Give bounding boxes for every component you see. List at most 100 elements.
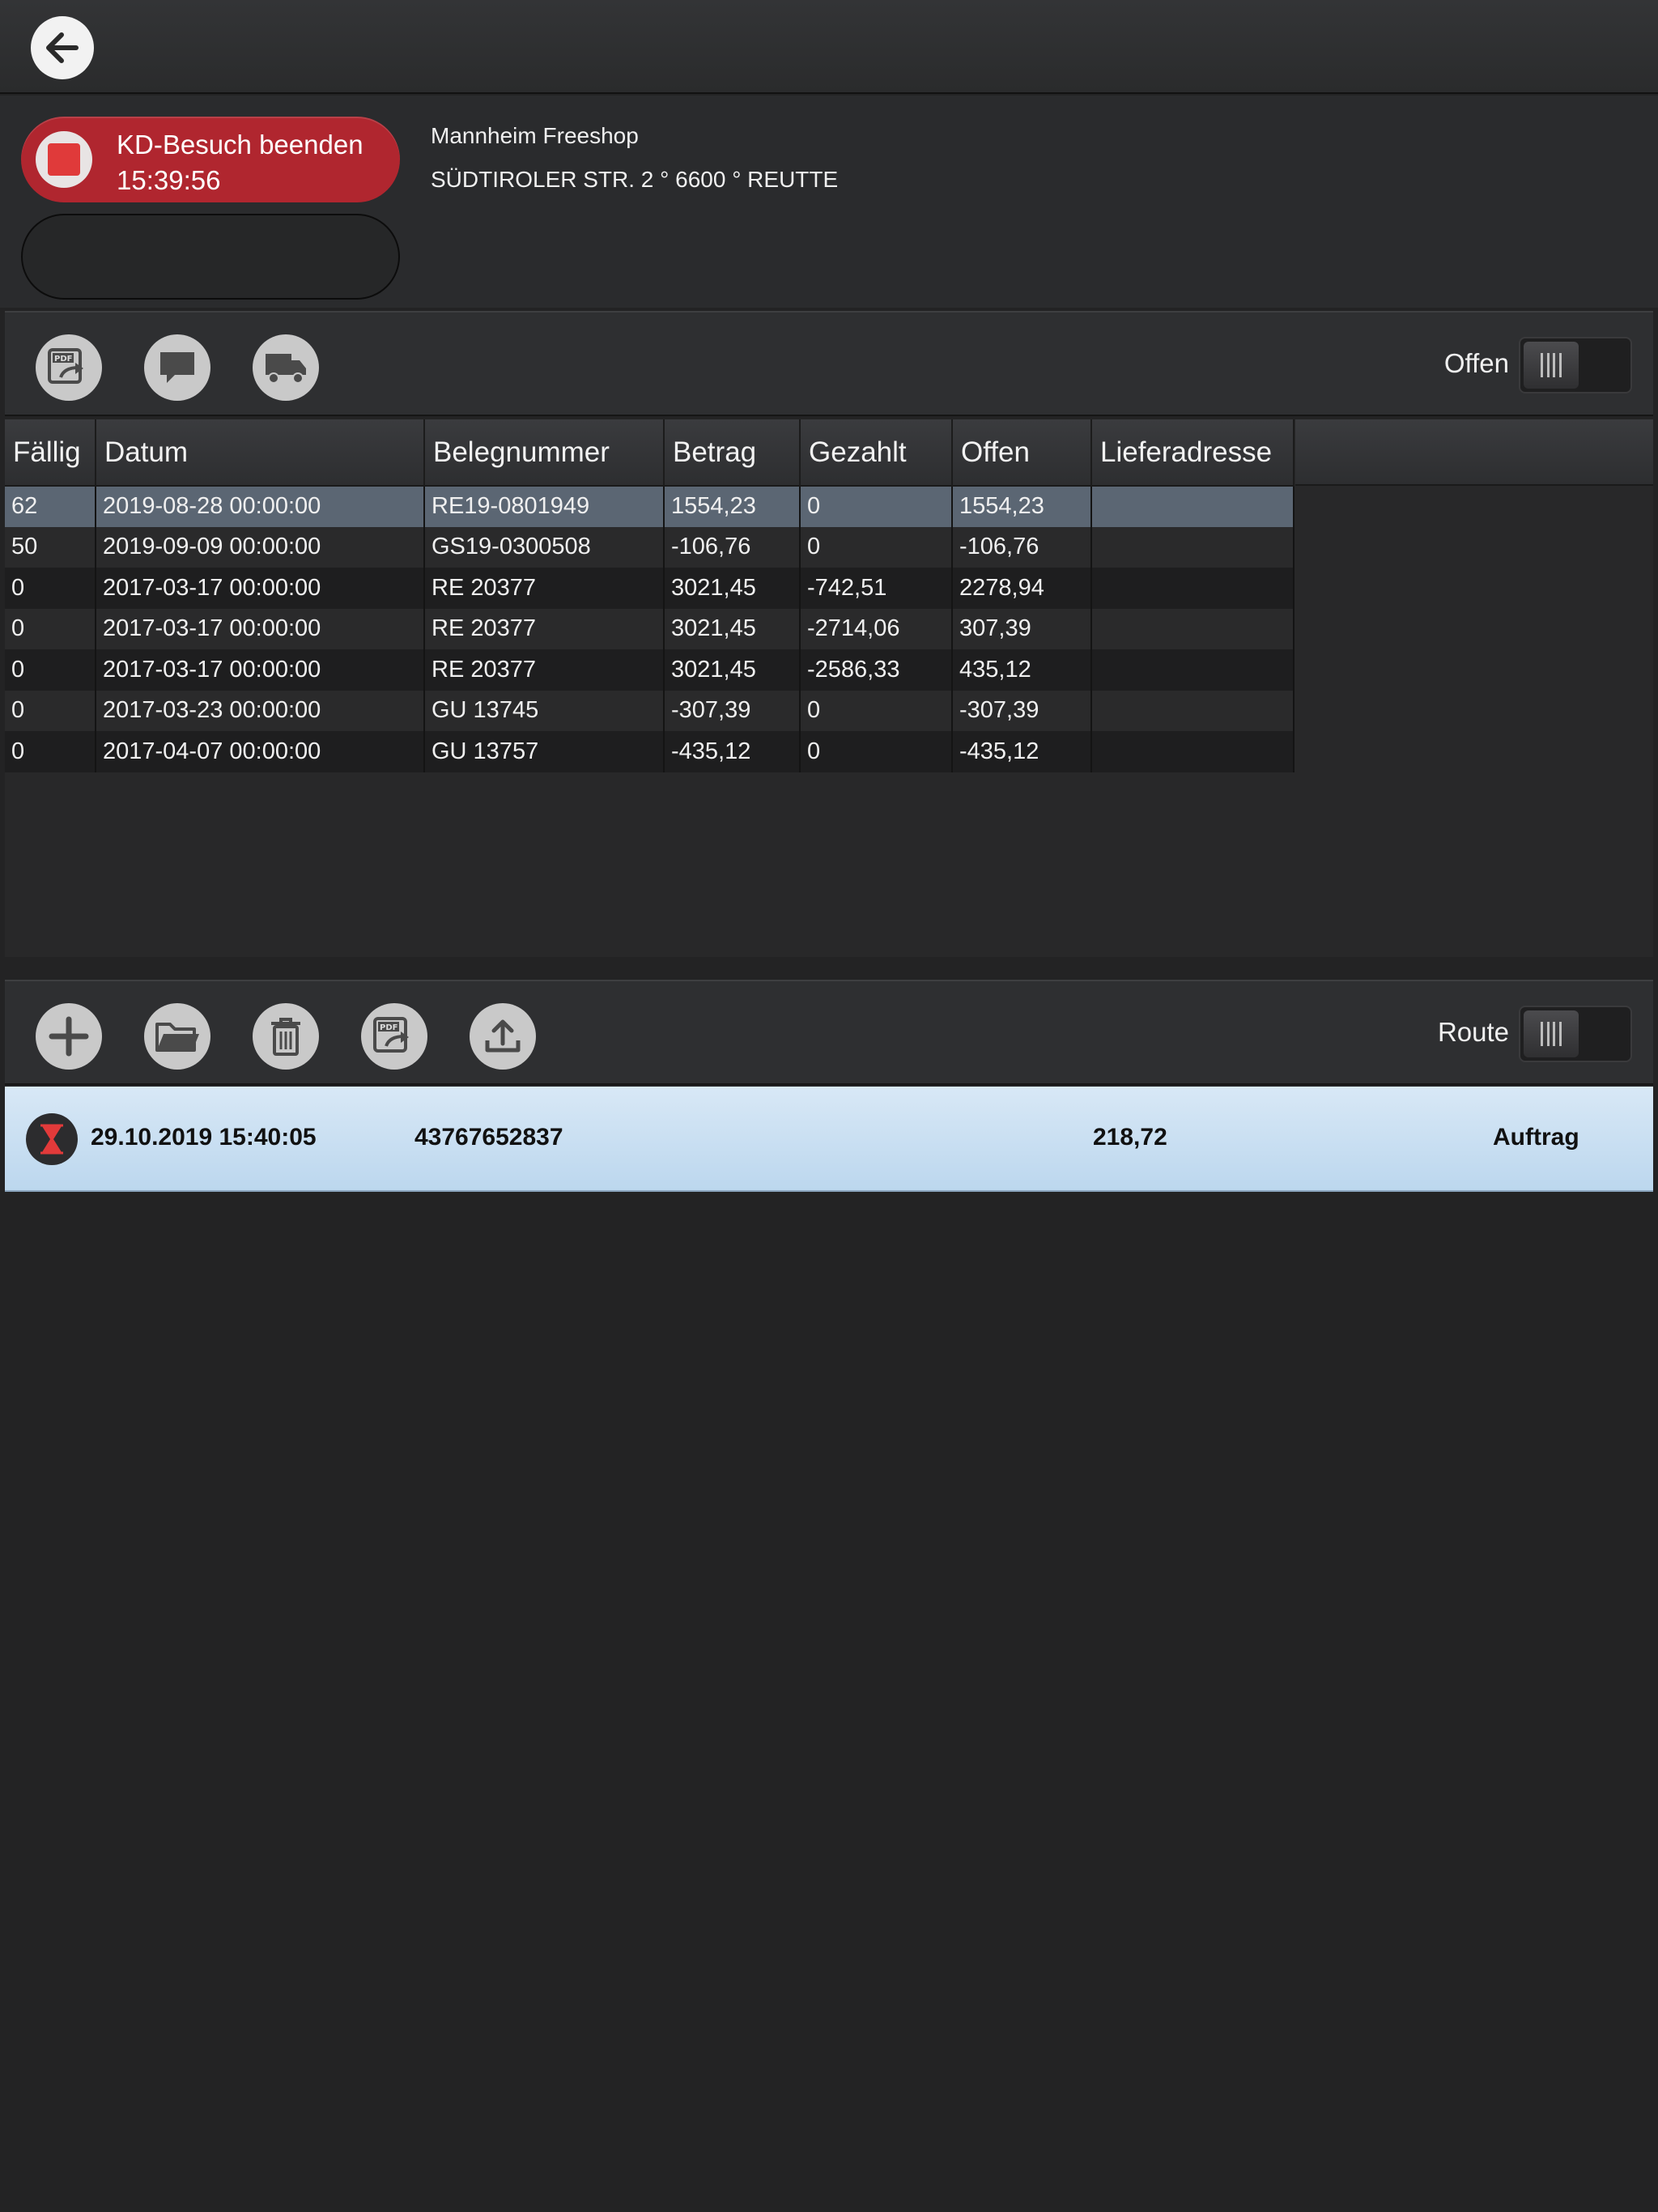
hourglass-icon xyxy=(26,1113,78,1165)
invoice-toolbar: PDF Offen xyxy=(5,311,1653,416)
customer-address: SÜDTIROLER STR. 2 ° 6600 ° REUTTE xyxy=(431,167,839,192)
cell-datum: 2017-03-23 00:00:00 xyxy=(96,690,425,731)
cell-betrag: 3021,45 xyxy=(664,568,801,609)
cell-faellig: 0 xyxy=(5,568,96,609)
table-row[interactable]: 0 2017-03-17 00:00:00 RE 20377 3021,45 -… xyxy=(5,649,1295,691)
cell-faellig: 0 xyxy=(5,690,96,731)
route-filter-label: Route xyxy=(1437,1017,1509,1047)
table-row[interactable]: 0 2017-03-17 00:00:00 RE 20377 3021,45 -… xyxy=(5,568,1295,609)
cell-belegnummer: GU 13757 xyxy=(424,731,665,772)
cell-betrag: 1554,23 xyxy=(664,486,801,527)
comment-button[interactable] xyxy=(144,334,210,401)
cell-gezahlt: 0 xyxy=(800,690,953,731)
cell-faellig: 0 xyxy=(5,731,96,772)
cell-gezahlt: -742,51 xyxy=(800,568,953,609)
pdf-share-icon: PDF xyxy=(373,1017,409,1053)
cell-offen: 307,39 xyxy=(952,608,1092,649)
cell-belegnummer: RE 20377 xyxy=(424,649,665,691)
cell-lieferadresse xyxy=(1091,568,1295,609)
table-row[interactable]: 0 2017-03-23 00:00:00 GU 13745 -307,39 0… xyxy=(5,690,1295,731)
cell-gezahlt: 0 xyxy=(800,486,953,527)
upload-order-button[interactable] xyxy=(470,1003,536,1070)
column-header-lieferadresse[interactable]: Lieferadresse xyxy=(1091,419,1295,487)
cell-belegnummer: GS19-0300508 xyxy=(424,526,665,568)
column-header-faellig[interactable]: Fällig xyxy=(5,419,96,487)
open-order-button[interactable] xyxy=(144,1003,210,1070)
chat-icon xyxy=(160,352,194,383)
cell-belegnummer: RE 20377 xyxy=(424,608,665,649)
cell-datum: 2017-03-17 00:00:00 xyxy=(96,608,425,649)
stop-icon xyxy=(36,131,92,188)
column-header-betrag[interactable]: Betrag xyxy=(664,419,801,487)
cell-offen: -307,39 xyxy=(952,690,1092,731)
trash-icon xyxy=(271,1018,300,1056)
cell-belegnummer: GU 13745 xyxy=(424,690,665,731)
cell-betrag: -106,76 xyxy=(664,526,801,568)
column-header-gezahlt[interactable]: Gezahlt xyxy=(800,419,953,487)
customer-name: Mannheim Freeshop xyxy=(431,123,639,148)
column-header-offen[interactable]: Offen xyxy=(952,419,1092,487)
cell-lieferadresse xyxy=(1091,608,1295,649)
cell-offen: -106,76 xyxy=(952,526,1092,568)
folder-icon xyxy=(155,1023,199,1052)
cell-betrag: -307,39 xyxy=(664,690,801,731)
upload-icon xyxy=(485,1019,521,1053)
cell-datum: 2019-09-09 00:00:00 xyxy=(96,526,425,568)
order-list-empty-area xyxy=(5,1193,1653,2202)
order-toolbar: PDF Route xyxy=(5,980,1653,1085)
order-number: 43767652837 xyxy=(414,1124,563,1151)
toggle-knob[interactable] xyxy=(1524,342,1579,389)
table-row[interactable]: 50 2019-09-09 00:00:00 GS19-0300508 -106… xyxy=(5,526,1295,568)
cell-lieferadresse xyxy=(1091,649,1295,691)
cell-offen: 1554,23 xyxy=(952,486,1092,527)
cell-datum: 2017-04-07 00:00:00 xyxy=(96,731,425,772)
cell-offen: -435,12 xyxy=(952,731,1092,772)
end-visit-label: KD-Besuch beenden xyxy=(117,130,363,160)
svg-text:PDF: PDF xyxy=(54,355,72,364)
cell-betrag: 3021,45 xyxy=(664,649,801,691)
cell-gezahlt: 0 xyxy=(800,526,953,568)
cell-gezahlt: 0 xyxy=(800,731,953,772)
table-row[interactable]: 0 2017-04-07 00:00:00 GU 13757 -435,12 0… xyxy=(5,731,1295,772)
cell-datum: 2017-03-17 00:00:00 xyxy=(96,568,425,609)
invoice-table: Fällig Datum Belegnummer Betrag Gezahlt … xyxy=(5,419,1295,772)
cell-offen: 435,12 xyxy=(952,649,1092,691)
column-header-datum[interactable]: Datum xyxy=(96,419,425,487)
cell-datum: 2019-08-28 00:00:00 xyxy=(96,486,425,527)
table-row[interactable]: 0 2017-03-17 00:00:00 RE 20377 3021,45 -… xyxy=(5,608,1295,649)
table-row[interactable]: 62 2019-08-28 00:00:00 RE19-0801949 1554… xyxy=(5,486,1295,527)
cell-lieferadresse xyxy=(1091,526,1295,568)
order-pdf-share-button[interactable]: PDF xyxy=(361,1003,427,1070)
cell-betrag: -435,12 xyxy=(664,731,801,772)
visit-header: KD-Besuch beenden 15:39:56 Mannheim Free… xyxy=(0,96,1658,308)
order-amount: 218,72 xyxy=(1093,1124,1167,1151)
add-order-button[interactable] xyxy=(36,1003,102,1070)
cell-datum: 2017-03-17 00:00:00 xyxy=(96,649,425,691)
toggle-knob[interactable] xyxy=(1524,1010,1579,1057)
open-filter-label: Offen xyxy=(1443,348,1509,378)
cell-belegnummer: RE19-0801949 xyxy=(424,486,665,527)
end-visit-button[interactable]: KD-Besuch beenden 15:39:56 xyxy=(21,117,400,202)
top-bar xyxy=(0,0,1658,94)
order-list-item[interactable]: 29.10.2019 15:40:05 43767652837 218,72 A… xyxy=(5,1087,1653,1192)
back-button[interactable] xyxy=(31,16,94,79)
cell-faellig: 0 xyxy=(5,608,96,649)
plus-icon xyxy=(49,1016,89,1057)
pdf-share-button[interactable]: PDF xyxy=(36,334,102,401)
order-datetime: 29.10.2019 15:40:05 xyxy=(91,1124,317,1151)
delete-order-button[interactable] xyxy=(253,1003,319,1070)
cell-lieferadresse xyxy=(1091,486,1295,527)
open-filter-toggle[interactable] xyxy=(1519,337,1632,393)
column-header-belegnummer[interactable]: Belegnummer xyxy=(424,419,665,487)
arrow-left-icon xyxy=(46,32,79,63)
visit-timer: 15:39:56 xyxy=(117,165,221,195)
delivery-button[interactable] xyxy=(253,334,319,401)
order-type: Auftrag xyxy=(1493,1124,1579,1151)
cell-lieferadresse xyxy=(1091,731,1295,772)
svg-text:PDF: PDF xyxy=(380,1023,397,1032)
route-filter-toggle[interactable] xyxy=(1519,1006,1632,1062)
cell-faellig: 50 xyxy=(5,526,96,568)
cell-betrag: 3021,45 xyxy=(664,608,801,649)
secondary-action-button[interactable] xyxy=(21,214,400,300)
cell-faellig: 62 xyxy=(5,486,96,527)
